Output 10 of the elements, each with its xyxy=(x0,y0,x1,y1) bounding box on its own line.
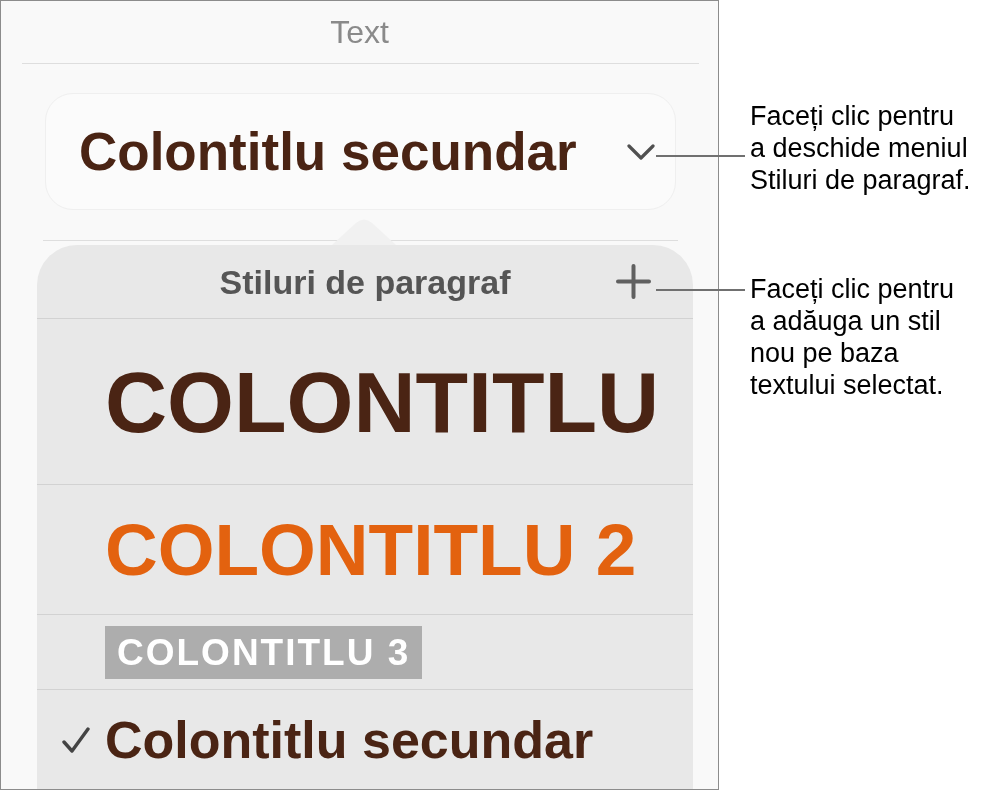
popover-title: Stiluri de paragraf xyxy=(219,264,511,299)
checkmark-icon xyxy=(62,726,90,753)
paragraph-style-item[interactable]: COLONTITLU xyxy=(37,318,693,484)
add-style-button[interactable] xyxy=(616,264,651,299)
style-dropdown[interactable]: Colontitlu secundar xyxy=(45,93,676,210)
callout-text: Faceți clic pentru a deschide meniul Stiluri de paragraf. xyxy=(750,100,971,196)
panel-title: Text xyxy=(330,16,389,49)
chevron-down-icon xyxy=(627,143,655,160)
callout-text: Faceți clic pentru a adăuga un stil nou pe baza textului selectat. xyxy=(750,273,955,401)
plus-icon xyxy=(616,264,651,299)
